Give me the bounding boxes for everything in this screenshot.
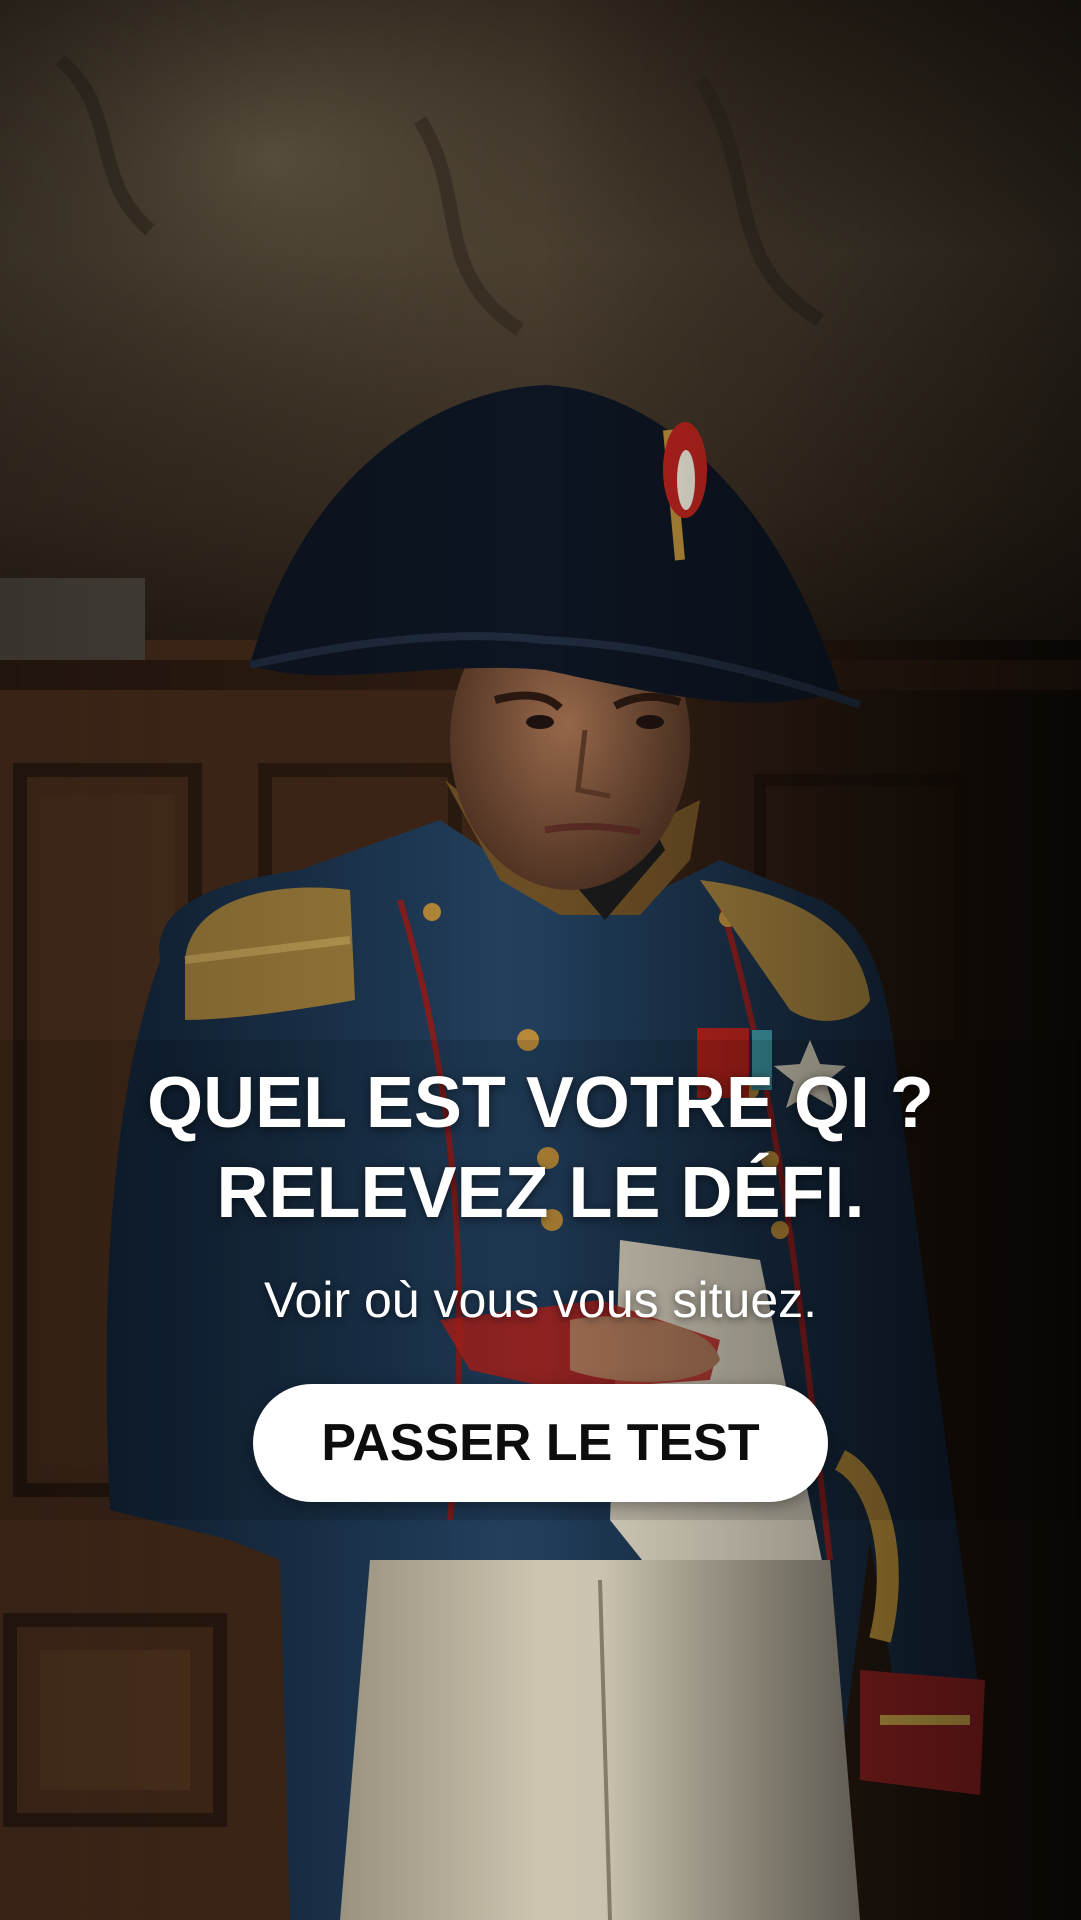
hero-portrait-image (0, 0, 1081, 1920)
take-test-button[interactable]: PASSER LE TEST (253, 1384, 828, 1502)
headline: QUEL EST VOTRE QI ? RELEVEZ LE DÉFI. (0, 1058, 1081, 1238)
subheadline: Voir où vous vous situez. (263, 1272, 818, 1328)
headline-line-2: RELEVEZ LE DÉFI. (216, 1153, 865, 1233)
headline-line-1: QUEL EST VOTRE QI ? (147, 1063, 934, 1143)
